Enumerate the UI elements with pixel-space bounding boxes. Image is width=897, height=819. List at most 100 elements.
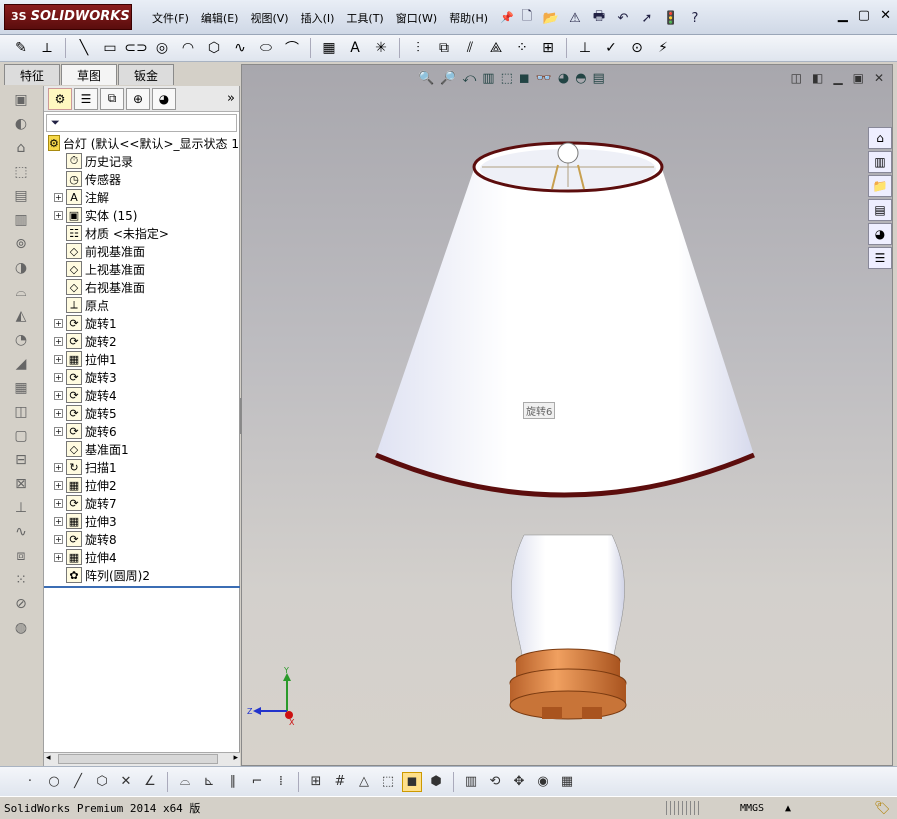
pan-view-icon[interactable]: ✥ <box>509 772 529 792</box>
expand-toggle-icon[interactable]: + <box>54 192 63 202</box>
offset-icon[interactable]: ⫽ <box>459 38 481 58</box>
lamp-model[interactable] <box>242 65 894 767</box>
tab-sheet-metal[interactable]: 钣金 <box>118 64 174 85</box>
tree-item[interactable]: ◇ 前视基准面 <box>48 242 239 260</box>
repair-sketch-icon[interactable]: ✓ <box>600 38 622 58</box>
custom-properties-icon[interactable]: ☰ <box>868 247 892 269</box>
spline-icon[interactable]: ∿ <box>229 38 251 58</box>
appearances-scenes-icon[interactable]: ◕ <box>868 223 892 245</box>
minimize-icon[interactable]: ▁ <box>838 8 848 23</box>
home-icon[interactable]: ⌂ <box>868 127 892 149</box>
ellipse-icon[interactable]: ⬭ <box>255 38 277 58</box>
tag-icon[interactable]: 🏷 <box>874 801 891 816</box>
pin-icon[interactable]: 📌 <box>494 11 520 24</box>
open-folder-icon[interactable]: 📂 <box>541 8 561 28</box>
expand-toggle-icon[interactable]: + <box>54 336 63 346</box>
camera-icon[interactable]: ◉ <box>533 772 553 792</box>
slot-icon[interactable]: ⊂⊃ <box>124 38 147 58</box>
chamfer-icon[interactable]: ◢ <box>8 354 34 374</box>
point-tool-icon[interactable]: · <box>20 772 40 792</box>
shaded-view-icon[interactable]: ◼ <box>402 771 422 792</box>
menu-window[interactable]: 窗口(W) <box>390 10 443 26</box>
move-entities-icon[interactable]: ⊞ <box>537 38 559 58</box>
tree-item[interactable]: ⟂ 原点 <box>48 296 239 314</box>
expand-toggle-icon[interactable]: + <box>54 318 63 328</box>
tree-item[interactable]: + ⟳ 旋转1 <box>48 314 239 332</box>
expand-toggle-icon[interactable]: + <box>54 426 63 436</box>
text-icon[interactable]: A <box>344 38 366 58</box>
rapid-sketch-icon[interactable]: ⚡ <box>652 38 674 58</box>
curves-icon[interactable]: ∿ <box>8 522 34 542</box>
tree-item[interactable]: + ▦ 拉伸3 <box>48 512 239 530</box>
tab-sketch[interactable]: 草图 <box>61 64 117 85</box>
scroll-thumb[interactable] <box>58 754 218 764</box>
expand-toggle-icon[interactable]: + <box>54 390 63 400</box>
triangle-tool-icon[interactable]: △ <box>354 772 374 792</box>
scroll-right-icon[interactable]: ▸ <box>233 753 238 763</box>
corner-tool-icon[interactable]: ⌐ <box>247 772 267 792</box>
instant3d-icon[interactable]: ⊘ <box>8 594 34 614</box>
unit-system[interactable]: MMGS <box>740 803 764 814</box>
intersection-tool-icon[interactable]: ✕ <box>116 772 136 792</box>
line-tool-icon[interactable]: ╱ <box>68 772 88 792</box>
tree-item[interactable]: ◇ 上视基准面 <box>48 260 239 278</box>
grid-display-icon[interactable]: # <box>330 772 350 792</box>
expand-panel-icon[interactable]: » <box>227 91 235 106</box>
lofted-cut-icon[interactable]: ◭ <box>8 306 34 326</box>
unit-system-arrow-icon[interactable]: ▲ <box>785 803 791 814</box>
display-relations-icon[interactable]: ⊥ <box>574 38 596 58</box>
file-explorer-icon[interactable]: 📁 <box>868 175 892 197</box>
tangent-tool-icon[interactable]: ⌓ <box>175 772 195 792</box>
menu-tools[interactable]: 工具(T) <box>340 10 389 26</box>
tree-filter[interactable]: ⏷ <box>46 114 237 132</box>
circle-icon[interactable]: ◎ <box>151 38 173 58</box>
tree-item[interactable]: ◇ 基准面1 <box>48 440 239 458</box>
close-icon[interactable]: ✕ <box>880 8 891 23</box>
expand-toggle-icon[interactable]: + <box>54 498 63 508</box>
restore-icon[interactable]: ▢ <box>858 8 870 23</box>
boundary-boss-icon[interactable]: ▤ <box>8 186 34 206</box>
swept-cut-icon[interactable]: ⌓ <box>8 282 34 302</box>
menu-edit[interactable]: 编辑(E) <box>195 10 245 26</box>
angle-tool-icon[interactable]: ∠ <box>140 772 160 792</box>
menu-view[interactable]: 视图(V) <box>244 10 294 26</box>
feature-manager-tab-icon[interactable]: ⚙ <box>48 87 72 110</box>
extrude-cut-icon[interactable]: ▥ <box>8 210 34 230</box>
tree-item[interactable]: + ⟳ 旋转4 <box>48 386 239 404</box>
linear-pattern-icon[interactable]: ⁘ <box>511 38 533 58</box>
menu-file[interactable]: 文件(F) <box>146 10 195 26</box>
appearance-icon[interactable]: ◍ <box>8 618 34 638</box>
tree-item[interactable]: + ⟳ 旋转7 <box>48 494 239 512</box>
print-icon[interactable]: 🖶 <box>589 8 609 28</box>
property-manager-tab-icon[interactable]: ☰ <box>74 87 98 110</box>
tree-item[interactable]: ◷ 传感器 <box>48 170 239 188</box>
tree-item[interactable]: ⏱ 历史记录 <box>48 152 239 170</box>
revolve-cut-icon[interactable]: ◑ <box>8 258 34 278</box>
tree-item[interactable]: ✿ 阵列(圆周)2 <box>48 566 239 584</box>
line-icon[interactable]: ╲ <box>73 38 95 58</box>
expand-toggle-icon[interactable]: + <box>54 462 63 472</box>
grid-snap-icon[interactable]: ⊞ <box>306 772 326 792</box>
revolve-boss-icon[interactable]: ◐ <box>8 114 34 134</box>
quick-snaps-icon[interactable]: ⊙ <box>626 38 648 58</box>
configuration-manager-tab-icon[interactable]: ⧉ <box>100 87 124 110</box>
point-icon[interactable]: ✳ <box>370 38 392 58</box>
parallel-tool-icon[interactable]: ∥ <box>223 772 243 792</box>
rotate-view-icon[interactable]: ⟲ <box>485 772 505 792</box>
wrap-icon[interactable]: ⊟ <box>8 450 34 470</box>
draft-icon[interactable]: ◫ <box>8 402 34 422</box>
tree-item[interactable]: ☷ 材质 <未指定> <box>48 224 239 242</box>
undo-icon[interactable]: ↶ <box>613 8 633 28</box>
tree-item[interactable]: + A 注解 <box>48 188 239 206</box>
table-icon[interactable]: ▦ <box>557 772 577 792</box>
expand-toggle-icon[interactable]: + <box>54 516 63 526</box>
reference-geometry-icon[interactable]: ⊥ <box>8 498 34 518</box>
mirror-icon[interactable]: ⟁ <box>485 38 507 58</box>
menu-help[interactable]: 帮助(H) <box>443 10 494 26</box>
tree-item[interactable]: + ⟳ 旋转8 <box>48 530 239 548</box>
tree-item[interactable]: + ⟳ 旋转3 <box>48 368 239 386</box>
polygon-tool-icon[interactable]: ⬡ <box>92 772 112 792</box>
intersect-icon[interactable]: ⊠ <box>8 474 34 494</box>
tree-item[interactable]: ◇ 右视基准面 <box>48 278 239 296</box>
tree-root-part[interactable]: ⚙ 台灯 (默认<<默认>_显示状态 1 <box>48 134 239 152</box>
